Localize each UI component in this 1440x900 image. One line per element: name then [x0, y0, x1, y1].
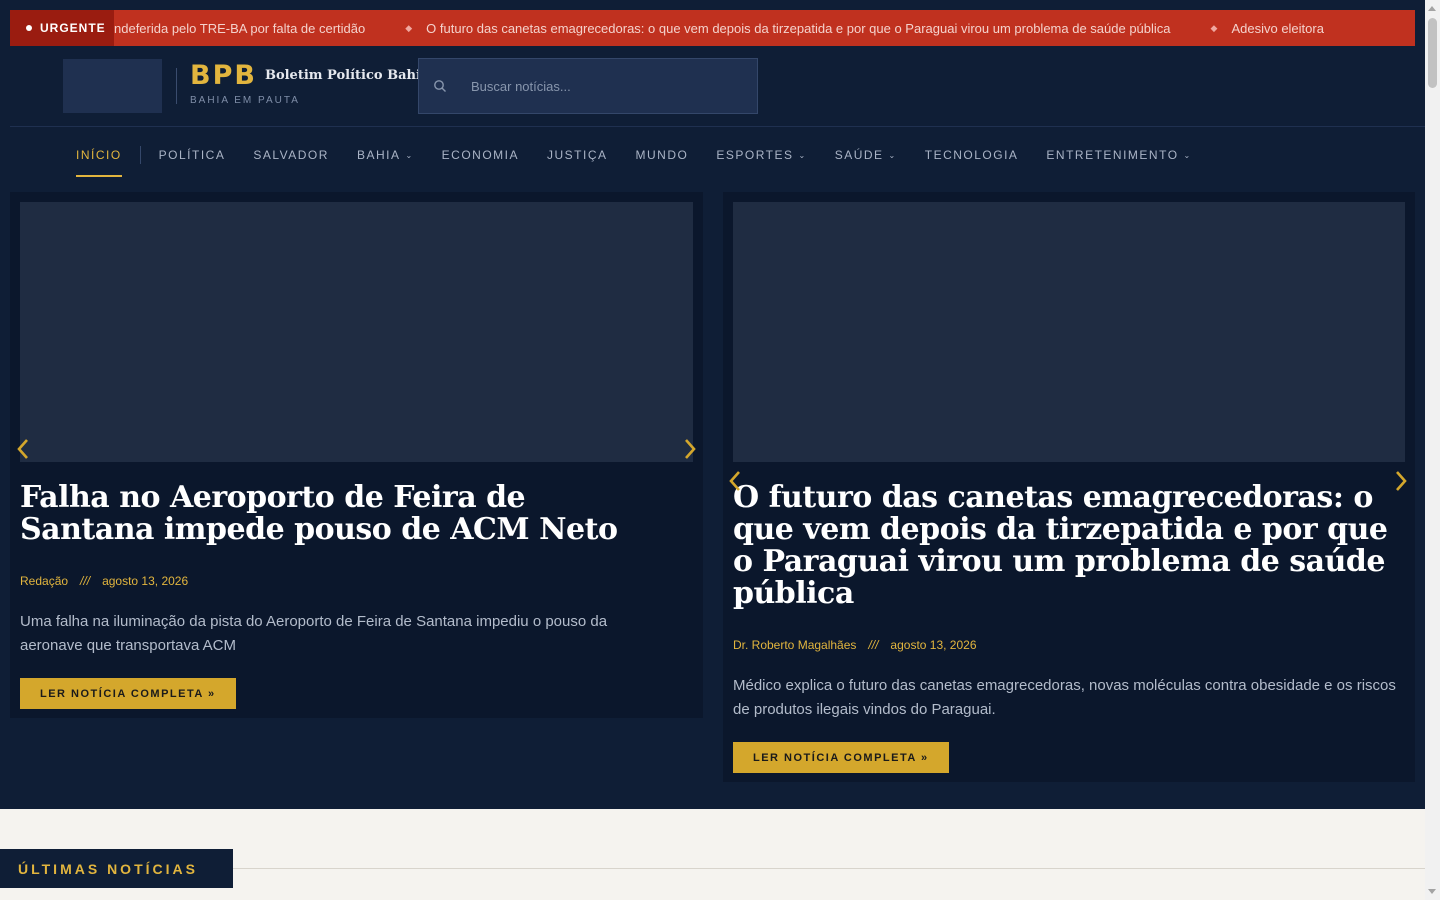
meta-separator: /// [868, 638, 879, 652]
nav-label: SAÚDE [834, 148, 884, 162]
chevron-down-icon: ⌄ [1183, 150, 1192, 160]
nav-label: MUNDO [635, 148, 689, 162]
read-more-button[interactable]: LER NOTÍCIA COMPLETA » [733, 742, 949, 773]
nav-label: POLÍTICA [158, 148, 226, 162]
nav-item-entretenimento[interactable]: ENTRETENIMENTO ⌄ [1046, 133, 1191, 177]
brand-tagline: BAHIA EM PAUTA [190, 95, 300, 106]
nav-item-mundo[interactable]: MUNDO [636, 133, 689, 177]
breaking-news-ticker: URGENTE ndeferida pelo TRE-BA por falta … [10, 10, 1415, 46]
search-box[interactable] [418, 58, 758, 114]
featured-slide: Falha no Aeroporto de Feira de Santana i… [10, 192, 703, 718]
nav-label: TECNOLOGIA [924, 148, 1019, 162]
ticker-item[interactable]: O futuro das canetas emagrecedoras: o qu… [426, 21, 1170, 36]
nav-item-esportes[interactable]: ESPORTES ⌄ [716, 133, 806, 177]
section-title: ÚLTIMAS NOTÍCIAS [0, 849, 233, 888]
brand[interactable]: BPB Boletim Político Bahia [190, 60, 429, 91]
nav-item-justica[interactable]: JUSTIÇA [547, 133, 608, 177]
ticker-item[interactable]: ndeferida pelo TRE-BA por falta de certi… [114, 21, 365, 36]
slide-date: agosto 13, 2026 [102, 574, 189, 588]
urgent-badge: URGENTE [10, 10, 114, 46]
nav-label: ESPORTES [716, 148, 794, 162]
nav-label: BAHIA [356, 148, 401, 162]
section-divider [233, 868, 1425, 869]
brand-name: Boletim Político Bahia [264, 68, 430, 83]
nav-label: SALVADOR [253, 148, 329, 162]
chevron-down-icon: ⌄ [798, 150, 807, 160]
chevron-right-icon[interactable] [1391, 467, 1411, 495]
chevron-left-icon[interactable] [725, 467, 745, 495]
scroll-down-icon[interactable] [1428, 889, 1436, 894]
nav-label: ENTRETENIMENTO [1046, 148, 1179, 162]
diamond-icon: ◆ [1210, 22, 1218, 33]
nav-item-salvador[interactable]: SALVADOR [253, 133, 329, 177]
nav-item-tecnologia[interactable]: TECNOLOGIA [925, 133, 1019, 177]
nav-divider [139, 146, 141, 164]
slide-excerpt: Médico explica o futuro das canetas emag… [733, 677, 1396, 718]
dot-icon [26, 25, 32, 31]
read-more-button[interactable]: LER NOTÍCIA COMPLETA » [20, 678, 236, 709]
nav-item-saude[interactable]: SAÚDE ⌄ [835, 133, 897, 177]
nav-label: JUSTIÇA [547, 148, 608, 162]
nav-item-bahia[interactable]: BAHIA ⌄ [357, 133, 414, 177]
slide-title[interactable]: Falha no Aeroporto de Feira de Santana i… [20, 482, 660, 546]
nav-label: ECONOMIA [441, 148, 519, 162]
urgent-label: URGENTE [40, 21, 106, 35]
nav-item-inicio[interactable]: INÍCIO [76, 133, 122, 177]
slide-meta: Dr. Roberto Magalhães /// agosto 13, 2026 [733, 638, 977, 652]
logo-divider [176, 68, 177, 104]
chevron-down-icon: ⌄ [888, 150, 897, 160]
slide-author[interactable]: Dr. Roberto Magalhães [733, 638, 856, 652]
slide-excerpt: Uma falha na iluminação da pista do Aero… [20, 613, 608, 654]
featured-slide: O futuro das canetas emagrecedoras: o qu… [723, 192, 1415, 782]
slide-author[interactable]: Redação [20, 574, 68, 588]
slide-image[interactable] [733, 202, 1405, 462]
main-nav: INÍCIO POLÍTICA SALVADOR BAHIA ⌄ ECONOMIA… [10, 127, 1425, 183]
slide-title[interactable]: O futuro das canetas emagrecedoras: o qu… [733, 482, 1393, 610]
logo-image[interactable] [63, 59, 162, 113]
chevron-left-icon[interactable] [13, 435, 33, 463]
nav-item-economia[interactable]: ECONOMIA [442, 133, 519, 177]
nav-label: INÍCIO [76, 148, 122, 162]
meta-separator: /// [80, 574, 91, 588]
slide-meta: Redação /// agosto 13, 2026 [20, 574, 188, 588]
scrollbar-thumb[interactable] [1428, 18, 1437, 88]
slide-image[interactable] [20, 202, 693, 462]
ticker-item[interactable]: Adesivo eleitora [1231, 21, 1324, 36]
nav-item-politica[interactable]: POLÍTICA [159, 133, 226, 177]
ticker-track: ndeferida pelo TRE-BA por falta de certi… [114, 10, 1324, 46]
page-scrollbar[interactable] [1425, 0, 1440, 900]
search-input[interactable] [471, 78, 731, 94]
latest-news-section: ÚLTIMAS NOTÍCIAS [0, 809, 1425, 900]
slide-date: agosto 13, 2026 [890, 638, 977, 652]
brand-abbr: BPB [190, 60, 257, 91]
site-header: BPB Boletim Político Bahia BAHIA EM PAUTA [10, 46, 1425, 127]
search-icon[interactable] [433, 79, 447, 93]
chevron-down-icon: ⌄ [405, 150, 414, 160]
diamond-icon: ◆ [405, 22, 413, 33]
scroll-up-icon[interactable] [1428, 6, 1436, 11]
chevron-right-icon[interactable] [680, 435, 700, 463]
